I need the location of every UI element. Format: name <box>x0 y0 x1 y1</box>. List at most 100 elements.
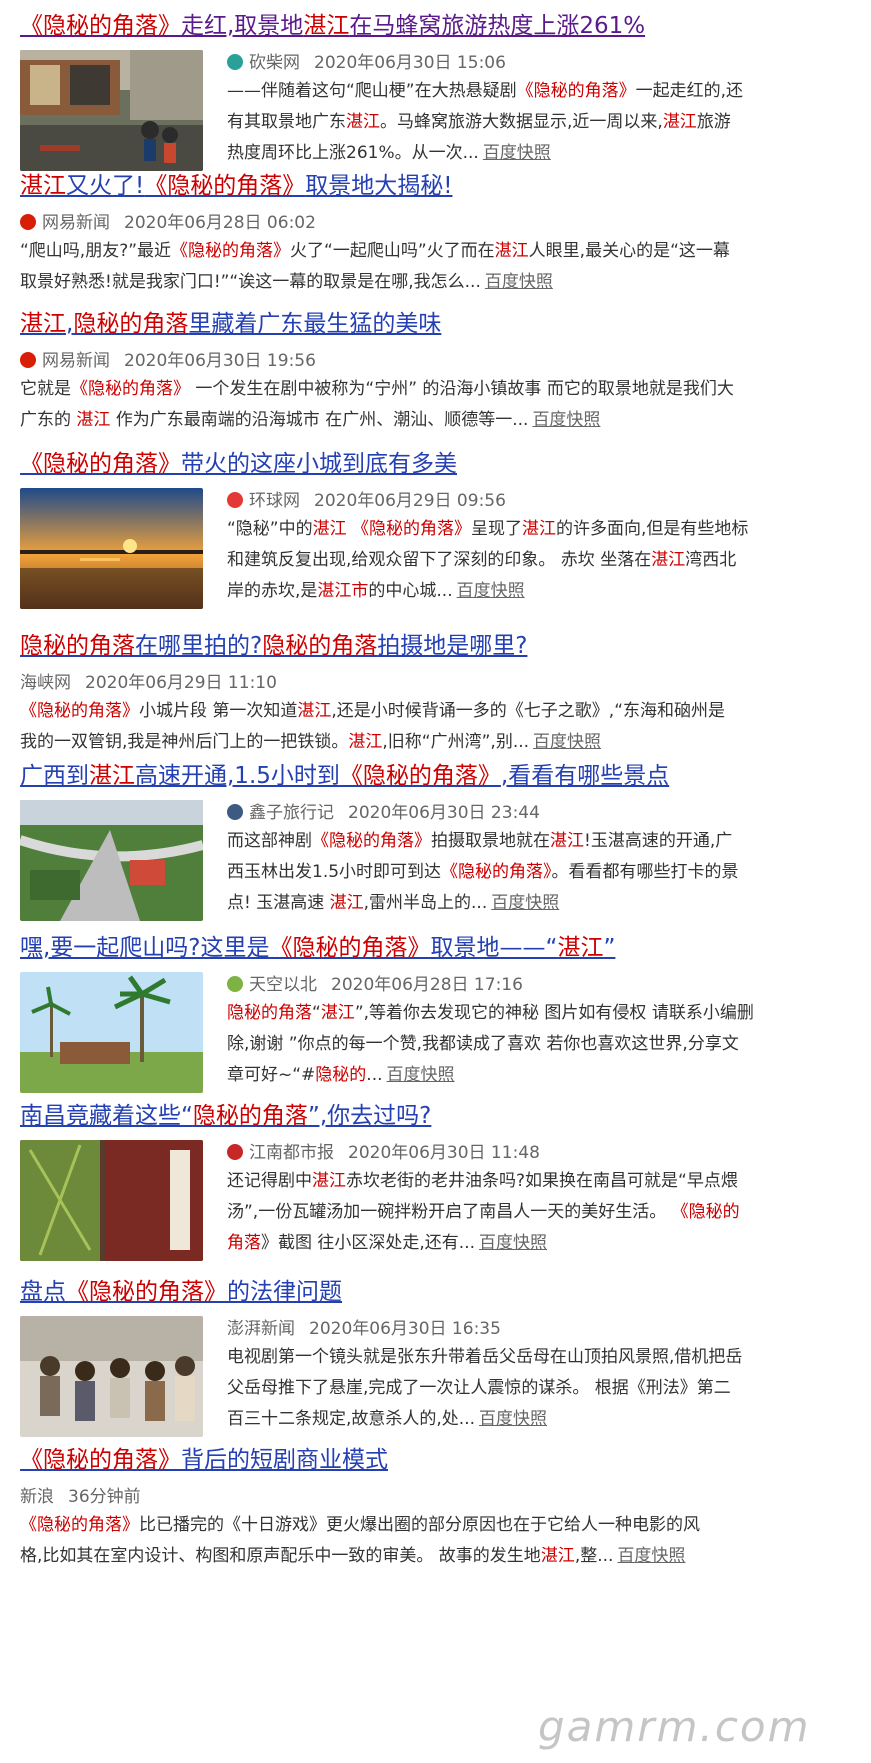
result-meta: 新浪 36分钟前 <box>20 1484 850 1510</box>
result-title-link[interactable]: 隐秘的角落在哪里拍的?隐秘的角落拍摄地是哪里? <box>20 628 850 664</box>
highlight-keyword: 角落 <box>227 1233 261 1253</box>
baidu-snapshot-link[interactable]: 百度快照 <box>479 1233 547 1253</box>
text-segment: 百三十二条规定,故意杀人的,处... <box>227 1409 476 1429</box>
result-thumbnail[interactable] <box>20 488 203 609</box>
thumb-image <box>20 1316 203 1437</box>
text-segment: 还记得剧中 <box>227 1171 312 1191</box>
result-title-link[interactable]: 《隐秘的角落》背后的短剧商业模式 <box>20 1442 850 1478</box>
source-logo-icon <box>20 352 36 368</box>
abstract-line: 点! 玉湛高速 湛江,雷州半岛上的... 百度快照 <box>227 888 850 919</box>
publish-date: 2020年06月30日 19:56 <box>124 351 316 371</box>
text-segment: 旅游 <box>696 112 731 132</box>
text-segment: 带火的这座小城到底有多美 <box>181 451 457 477</box>
text-segment: 在哪里拍的? <box>135 633 263 659</box>
highlight-keyword: 湛江 <box>89 763 135 789</box>
text-segment: !玉湛高速的开通,广 <box>584 831 733 851</box>
result-body: 网易新闻 2020年06月28日 06:02 “爬山吗,朋友?”最近《隐秘的角落》火… <box>20 210 850 298</box>
text-segment: 作为广东最南端的沿海城市 在广州、潮汕、顺德等一... <box>110 410 529 430</box>
result-text: 海峡网 2020年06月29日 11:10 《隐秘的角落》小城片段 第一次知道湛江,… <box>20 670 850 758</box>
abstract-line: 岸的赤坎,是湛江市的中心城... 百度快照 <box>227 576 850 607</box>
source-name: 澎湃新闻 <box>227 1319 295 1339</box>
result-title-link[interactable]: 《隐秘的角落》带火的这座小城到底有多美 <box>20 446 850 482</box>
thumb-image <box>20 1140 203 1261</box>
publish-date: 2020年06月29日 11:10 <box>85 673 277 693</box>
thumb-image <box>20 800 203 921</box>
text-segment: 嘿,要一起爬山吗?这里是 <box>20 935 270 961</box>
publish-date: 2020年06月29日 09:56 <box>314 491 506 511</box>
result-meta: 澎湃新闻 2020年06月30日 16:35 <box>227 1316 850 1342</box>
result-title-link[interactable]: 广西到湛江高速开通,1.5小时到《隐秘的角落》,看看有哪些景点 <box>20 758 850 794</box>
result-body: 网易新闻 2020年06月30日 19:56 它就是《隐秘的角落》 一个发生在剧中被… <box>20 348 850 436</box>
source-name: 鑫子旅行记 <box>249 803 334 823</box>
publish-date: 2020年06月30日 11:48 <box>348 1143 540 1163</box>
text-segment: 呈现了 <box>471 519 523 539</box>
result-title-link[interactable]: 盘点《隐秘的角落》的法律问题 <box>20 1274 850 1310</box>
result-text: 网易新闻 2020年06月30日 19:56 它就是《隐秘的角落》 一个发生在剧中被… <box>20 348 850 436</box>
publish-date: 2020年06月30日 23:44 <box>348 803 540 823</box>
text-segment: 人眼里,最关心的是“这一幕 <box>528 241 730 261</box>
result-title-link[interactable]: 湛江,隐秘的角落里藏着广东最生猛的美味 <box>20 306 850 342</box>
result-text: 澎湃新闻 2020年06月30日 16:35 电视剧第一个镜头就是张东升带着岳父岳母… <box>227 1316 850 1437</box>
result-body: 环球网 2020年06月29日 09:56 “隐秘”中的湛江 《隐秘的角落》呈现了湛… <box>20 488 850 609</box>
text-segment: 的许多面向,但是有些地标 <box>556 519 749 539</box>
text-segment: ——伴随着这句“爬山梗”在大热悬疑剧 <box>227 81 517 101</box>
highlight-keyword: 湛江 <box>662 112 697 132</box>
source-logo-icon <box>227 1144 243 1160</box>
source-logo-icon <box>20 214 36 230</box>
baidu-snapshot-link[interactable]: 百度快照 <box>457 581 525 601</box>
result-abstract: 《隐秘的角落》比已播完的《十日游戏》更火爆出圈的部分原因也在于它给人一种电影的风… <box>20 1510 850 1572</box>
result-item: 湛江,隐秘的角落里藏着广东最生猛的美味 网易新闻 2020年06月30日 19:56… <box>20 306 850 446</box>
highlight-keyword: 隐秘的角落 <box>192 1103 308 1129</box>
result-title-link[interactable]: 嘿,要一起爬山吗?这里是《隐秘的角落》取景地——“湛江” <box>20 930 850 966</box>
text-segment: ”,你去过吗? <box>307 1103 432 1129</box>
result-thumbnail[interactable] <box>20 50 203 171</box>
text-segment: 湾西北 <box>685 550 737 570</box>
text-segment: 热度周环比上涨261%。从一次... <box>227 143 479 163</box>
result-title-link[interactable]: 湛江又火了!《隐秘的角落》取景地大揭秘! <box>20 168 850 204</box>
baidu-snapshot-link[interactable]: 百度快照 <box>532 410 600 430</box>
result-meta: 砍柴网 2020年06月30日 15:06 <box>227 50 850 76</box>
text-segment: 高速开通,1.5小时到 <box>135 763 340 789</box>
highlight-keyword: 湛江 <box>76 410 111 430</box>
result-title-link[interactable]: 《隐秘的角落》走红,取景地湛江在马蜂窝旅游热度上涨261% <box>20 8 850 44</box>
baidu-snapshot-link[interactable]: 百度快照 <box>533 732 601 752</box>
highlight-keyword: 《隐秘的角落》 <box>516 81 636 101</box>
text-segment: 它就是 <box>20 379 71 399</box>
text-segment: ” <box>603 935 616 961</box>
result-body: 江南都市报 2020年06月30日 11:48 还记得剧中湛江赤坎老街的老井油条吗?… <box>20 1140 850 1261</box>
text-segment: 而这部神剧 <box>227 831 312 851</box>
result-abstract: 隐秘的角落“湛江”,等着你去发现它的神秘 图片如有侵权 请联系小编删 除,谢谢 ”… <box>227 998 850 1091</box>
baidu-snapshot-link[interactable]: 百度快照 <box>485 272 553 292</box>
result-text: 天空以北 2020年06月28日 17:16 隐秘的角落“湛江”,等着你去发现它的神… <box>227 972 850 1093</box>
result-abstract: ——伴随着这句“爬山梗”在大热悬疑剧《隐秘的角落》一起走红的,还 有其取景地广东湛… <box>227 76 850 169</box>
abstract-line: “爬山吗,朋友?”最近《隐秘的角落》火了“一起爬山吗”火了而在湛江人眼里,最关心… <box>20 236 850 267</box>
baidu-snapshot-link[interactable]: 百度快照 <box>491 893 559 913</box>
result-thumbnail[interactable] <box>20 1140 203 1261</box>
result-thumbnail[interactable] <box>20 1316 203 1437</box>
highlight-keyword: 隐秘的角落 <box>262 633 378 659</box>
baidu-snapshot-link[interactable]: 百度快照 <box>617 1546 685 1566</box>
source-name: 环球网 <box>249 491 300 511</box>
abstract-line: “隐秘”中的湛江 《隐秘的角落》呈现了湛江的许多面向,但是有些地标 <box>227 514 850 545</box>
baidu-snapshot-link[interactable]: 百度快照 <box>387 1065 455 1085</box>
result-item: 《隐秘的角落》背后的短剧商业模式新浪 36分钟前 《隐秘的角落》比已播完的《十日游戏… <box>20 1442 850 1582</box>
result-meta: 江南都市报 2020年06月30日 11:48 <box>227 1140 850 1166</box>
text-segment: “隐秘”中的 <box>227 519 313 539</box>
text-segment: 一个发生在剧中被称为“宁州” 的沿海小镇故事 而它的取景地就是我们大 <box>190 379 734 399</box>
source-name: 江南都市报 <box>249 1143 334 1163</box>
highlight-keyword: 湛江 <box>320 1003 355 1023</box>
abstract-line: 除,谢谢 ”你点的每一个赞,我都读成了喜欢 若你也喜欢这世界,分享文 <box>227 1029 850 1060</box>
text-segment: 又火了! <box>66 173 145 199</box>
abstract-line: 有其取景地广东湛江。马蜂窝旅游大数据显示,近一周以来,湛江旅游 <box>227 107 850 138</box>
abstract-line: 格,比如其在室内设计、构图和原声配乐中一致的审美。 故事的发生地湛江,整... 百… <box>20 1541 850 1572</box>
baidu-snapshot-link[interactable]: 百度快照 <box>479 1409 547 1429</box>
highlight-keyword: 湛江 <box>346 112 380 132</box>
text-segment: ,看看有哪些景点 <box>500 763 670 789</box>
result-meta: 鑫子旅行记 2020年06月30日 23:44 <box>227 800 850 826</box>
baidu-snapshot-link[interactable]: 百度快照 <box>483 143 551 163</box>
text-segment: 西玉林出发1.5小时即可到达 <box>227 862 442 882</box>
result-title-link[interactable]: 南昌竟藏着这些“隐秘的角落”,你去过吗? <box>20 1098 850 1134</box>
abstract-line: ——伴随着这句“爬山梗”在大热悬疑剧《隐秘的角落》一起走红的,还 <box>227 76 850 107</box>
result-thumbnail[interactable] <box>20 800 203 921</box>
result-thumbnail[interactable] <box>20 972 203 1093</box>
